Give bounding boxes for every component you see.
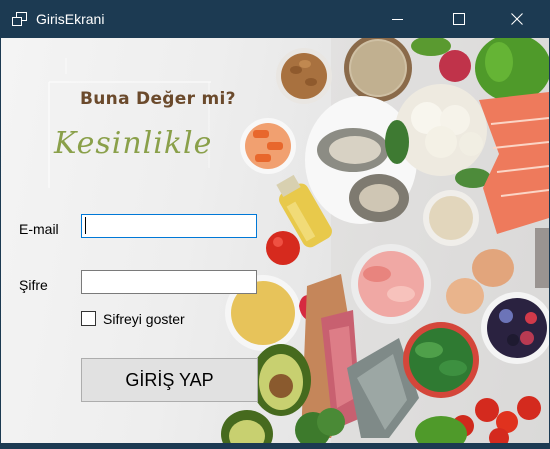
brand-tagline: Buna Değer mi? (80, 89, 236, 109)
show-password-label[interactable]: Sifreyi goster (103, 311, 185, 327)
title-bar[interactable]: GirisEkrani (0, 0, 550, 38)
text-caret (85, 217, 86, 234)
login-button-label: GİRİŞ YAP (125, 369, 214, 390)
window-app-icon (12, 12, 27, 26)
brand-script-logo: Kesinlikle (54, 126, 213, 161)
maximize-icon (453, 13, 465, 25)
minimize-button[interactable] (375, 0, 421, 38)
show-password-checkbox[interactable] (81, 311, 96, 326)
email-field[interactable] (81, 214, 257, 238)
password-field[interactable] (81, 270, 257, 294)
login-button[interactable]: GİRİŞ YAP (81, 358, 258, 402)
password-label: Şifre (19, 277, 48, 293)
window-title: GirisEkrani (36, 11, 105, 27)
close-button[interactable] (494, 0, 540, 38)
maximize-button[interactable] (436, 0, 482, 38)
close-icon (511, 13, 523, 25)
form-area: Buna Değer mi? Kesinlikle E-mail Şifre S… (1, 38, 549, 443)
minimize-icon (392, 19, 403, 20)
email-label: E-mail (19, 221, 59, 237)
login-window: GirisEkrani Buna Değer mi? Kesinlikle E-… (0, 0, 550, 449)
